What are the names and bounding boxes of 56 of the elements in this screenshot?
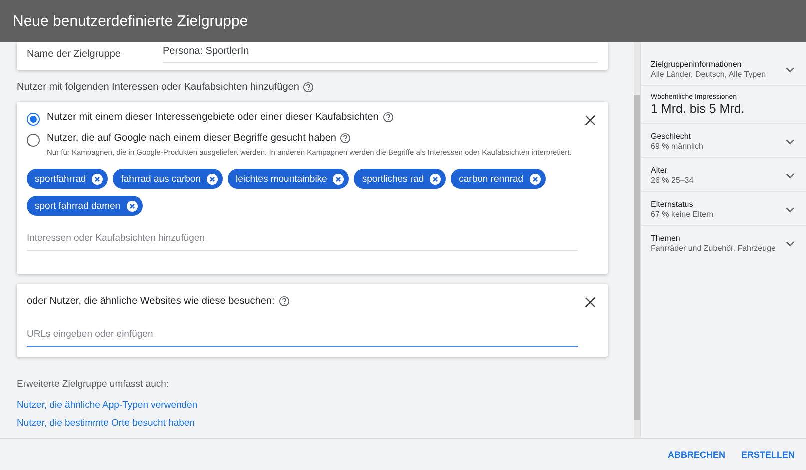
item-title: Elternstatus — [651, 200, 694, 209]
help-icon[interactable] — [340, 133, 352, 144]
keyword-chip[interactable]: leichtes mountainbike — [228, 169, 350, 189]
chevron-icon[interactable] — [786, 240, 795, 246]
chevron-icon[interactable] — [786, 66, 795, 72]
item-value: 67 % keine Eltern — [651, 210, 714, 219]
help-icon[interactable] — [278, 296, 290, 307]
section-heading: Erweiterte Zielgruppe umfasst auch: — [17, 379, 170, 390]
radio-button[interactable] — [27, 134, 40, 147]
chevron-icon[interactable] — [786, 172, 795, 178]
remove-icon[interactable] — [92, 174, 104, 184]
field-label: Name der Zielgruppe — [27, 48, 122, 60]
keyword-chip[interactable]: sportliches rad — [354, 169, 446, 189]
window-title: Neue benutzerdefinierte Zielgruppe — [13, 12, 248, 30]
link[interactable]: Nutzer, die bestimmte Orte besucht haben — [17, 418, 195, 429]
item-title: Geschlecht — [651, 132, 692, 141]
sidebar-item[interactable]: Themen Fahrräder und Zubehör, Fahrzeuge — [641, 226, 806, 259]
section-heading: Nutzer mit folgenden Interessen oder Kaufabsichten hinzufügen — [17, 82, 300, 93]
websites-label: oder Nutzer, die ähnliche Websites wie diese besuchen: — [27, 296, 275, 307]
help-icon[interactable] — [382, 112, 394, 123]
scrollbar[interactable] — [634, 95, 640, 420]
help-icon[interactable] — [303, 82, 314, 93]
option-label: Nutzer, die auf Google nach einem dieser Begriffe gesucht haben — [47, 133, 336, 144]
item-value: Fahrräder und Zubehör, Fahrzeuge — [651, 244, 776, 253]
sidebar-item[interactable]: Zielgruppeninformationen Alle Länder, Deutsch, Alle Typen — [641, 52, 806, 86]
sidebar-item[interactable]: Alter 26 % 25–34 — [641, 158, 806, 192]
item-value: 69 % männlich — [651, 142, 704, 151]
item-value: 26 % 25–34 — [651, 176, 694, 185]
item-value: Alle Länder, Deutsch, Alle Typen — [651, 70, 766, 79]
item-value: 1 Mrd. bis 5 Mrd. — [651, 102, 745, 116]
keyword-chip[interactable]: sportfahrrad — [27, 169, 108, 189]
chevron-icon[interactable] — [786, 138, 795, 144]
keyword-chip[interactable]: carbon rennrad — [451, 169, 546, 189]
sidebar-item[interactable]: Elternstatus 67 % keine Eltern — [641, 192, 806, 226]
item-title: Zielgruppeninformationen — [651, 60, 743, 69]
footer-button[interactable]: ABBRECHEN — [668, 450, 726, 460]
remove-icon[interactable] — [333, 174, 344, 184]
item-title: Themen — [651, 234, 682, 243]
radio-button[interactable] — [27, 113, 40, 126]
item-title: Alter — [651, 166, 668, 175]
footer-button[interactable]: ERSTELLEN — [741, 450, 795, 460]
remove-icon[interactable] — [126, 200, 138, 212]
remove-icon[interactable] — [530, 174, 541, 184]
sidebar-item[interactable]: Geschlecht 69 % männlich — [641, 124, 806, 158]
remove-icon[interactable] — [206, 174, 218, 184]
url-input[interactable]: URLs eingeben oder einfügen — [27, 329, 578, 347]
chevron-icon[interactable] — [786, 206, 795, 212]
close-icon[interactable] — [585, 297, 596, 308]
option-label: Nutzer mit einem dieser Interessengebiete oder einer dieser Kaufabsichten — [47, 112, 379, 123]
close-icon[interactable] — [585, 115, 596, 126]
remove-icon[interactable] — [430, 174, 442, 184]
name-field[interactable]: Persona: SportlerIn — [163, 46, 598, 63]
interests-input[interactable]: Interessen oder Kaufabsichten hinzufügen — [27, 233, 578, 251]
keyword-chip[interactable]: sport fahrrad damen — [27, 196, 143, 216]
keyword-chip[interactable]: fahrrad aus carbon — [113, 169, 223, 189]
link[interactable]: Nutzer, die ähnliche App-Typen verwenden — [17, 400, 198, 411]
